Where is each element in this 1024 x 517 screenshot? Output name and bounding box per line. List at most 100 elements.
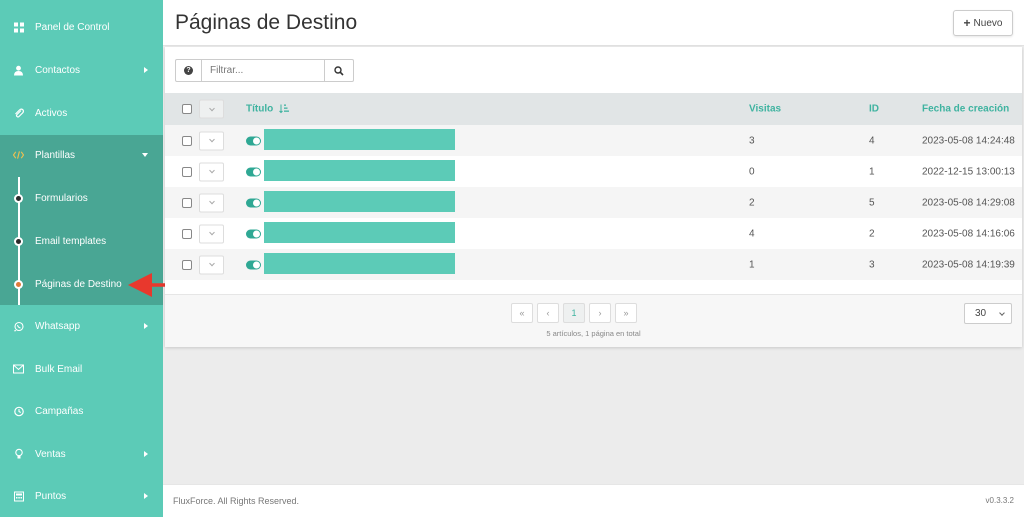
- row-checkbox[interactable]: [182, 197, 192, 208]
- sort-icon: [279, 104, 289, 114]
- sidebar-item-panel-de-control[interactable]: Panel de Control: [0, 6, 163, 48]
- dashboard-icon: [13, 22, 24, 33]
- row-actions-dropdown[interactable]: [199, 193, 224, 212]
- table-row: 0 1 2022-12-15 13:00:13: [165, 156, 1022, 187]
- row-checkbox[interactable]: [182, 228, 192, 239]
- id-cell: 5: [869, 197, 875, 208]
- redacted-title[interactable]: [264, 160, 455, 181]
- id-cell: 4: [869, 135, 875, 146]
- column-header-created[interactable]: Fecha de creación: [922, 104, 1009, 115]
- column-header-title[interactable]: Título: [246, 104, 289, 115]
- sidebar-subitem-formularios[interactable]: Formularios: [0, 177, 163, 219]
- landing-pages-panel: ? Título Visitas ID Fecha de creación 3 …: [165, 47, 1022, 347]
- row-actions-dropdown[interactable]: [199, 131, 224, 150]
- sidebar-item-label: Contactos: [35, 64, 81, 76]
- paperclip-icon: [13, 108, 24, 119]
- sidebar-item-whatsapp[interactable]: Whatsapp: [0, 305, 163, 347]
- per-page-value: 30: [975, 308, 987, 319]
- created-cell: 2023-05-08 14:16:06: [922, 228, 1015, 239]
- help-button[interactable]: ?: [175, 59, 202, 82]
- bulk-actions-dropdown[interactable]: [199, 99, 224, 119]
- created-cell: 2023-05-08 14:19:39: [922, 259, 1015, 270]
- row-checkbox[interactable]: [182, 259, 192, 270]
- column-header-id[interactable]: ID: [869, 104, 879, 115]
- visits-cell: 0: [749, 166, 755, 177]
- search-icon: [334, 65, 344, 76]
- calculator-icon: [13, 491, 24, 502]
- prev-page-button[interactable]: ‹: [537, 303, 559, 323]
- sidebar-item-plantillas[interactable]: Plantillas: [0, 134, 163, 176]
- id-cell: 3: [869, 259, 875, 270]
- sidebar-item-label: Activos: [35, 107, 68, 119]
- id-cell: 1: [869, 166, 875, 177]
- new-button[interactable]: + Nuevo: [953, 10, 1013, 36]
- page-header: Páginas de Destino + Nuevo: [163, 0, 1024, 46]
- clock-icon: [13, 406, 24, 417]
- sidebar-item-label: Páginas de Destino: [35, 278, 122, 290]
- page-title: Páginas de Destino: [175, 11, 358, 34]
- redacted-title[interactable]: [264, 129, 455, 150]
- chevron-right-icon: [144, 493, 148, 499]
- sidebar-item-puntos[interactable]: Puntos: [0, 475, 163, 517]
- sidebar-item-label: Ventas: [35, 448, 66, 460]
- first-page-button[interactable]: «: [511, 303, 533, 323]
- column-header-visits[interactable]: Visitas: [749, 104, 781, 115]
- row-actions-dropdown[interactable]: [199, 162, 224, 181]
- row-checkbox[interactable]: [182, 135, 192, 146]
- table-header: Título Visitas ID Fecha de creación: [165, 93, 1022, 125]
- sidebar-item-label: Bulk Email: [35, 363, 83, 375]
- next-page-button[interactable]: ›: [589, 303, 611, 323]
- sidebar-item-activos[interactable]: Activos: [0, 92, 163, 134]
- sidebar-item-bulk-email[interactable]: Bulk Email: [0, 348, 163, 390]
- pagination-area: « ‹ 1 › » 5 artículos, 1 página en total…: [165, 294, 1022, 347]
- envelope-icon: [13, 364, 24, 375]
- question-icon: ?: [184, 66, 193, 75]
- chevron-down-icon: [142, 153, 148, 157]
- published-toggle[interactable]: [246, 136, 261, 145]
- redacted-title[interactable]: [264, 253, 455, 274]
- search-button[interactable]: [325, 59, 354, 82]
- row-actions-dropdown[interactable]: [199, 255, 224, 274]
- filter-input[interactable]: [202, 59, 325, 82]
- per-page-select[interactable]: 30: [964, 303, 1012, 324]
- redacted-title[interactable]: [264, 191, 455, 212]
- table-row: 2 5 2023-05-08 14:29:08: [165, 187, 1022, 218]
- published-toggle[interactable]: [246, 198, 261, 207]
- chevron-right-icon: [144, 67, 148, 73]
- row-actions-dropdown[interactable]: [199, 224, 224, 243]
- sidebar-item-label: Whatsapp: [35, 320, 81, 332]
- submenu-dot-active-icon: [14, 280, 23, 289]
- table-row: 3 4 2023-05-08 14:24:48: [165, 125, 1022, 156]
- new-button-label: Nuevo: [973, 17, 1003, 29]
- sidebar-item-contactos[interactable]: Contactos: [0, 49, 163, 91]
- sidebar-item-campanas[interactable]: Campañas: [0, 390, 163, 432]
- visits-cell: 2: [749, 197, 755, 208]
- page-footer: FluxForce. All Rights Reserved. v0.3.3.2: [163, 484, 1024, 517]
- visits-cell: 1: [749, 259, 755, 270]
- visits-cell: 3: [749, 135, 755, 146]
- sidebar-item-label: Plantillas: [35, 149, 76, 161]
- id-cell: 2: [869, 228, 875, 239]
- published-toggle[interactable]: [246, 229, 261, 238]
- last-page-button[interactable]: »: [615, 303, 637, 323]
- visits-cell: 4: [749, 228, 755, 239]
- sidebar-item-ventas[interactable]: Ventas: [0, 433, 163, 475]
- sidebar-subitem-email-templates[interactable]: Email templates: [0, 220, 163, 262]
- code-icon: [13, 150, 24, 161]
- created-cell: 2023-05-08 14:24:48: [922, 135, 1015, 146]
- lightbulb-icon: [13, 448, 24, 460]
- copyright-text: FluxForce. All Rights Reserved.: [173, 496, 300, 506]
- redacted-title[interactable]: [264, 222, 455, 243]
- column-title-label: Título: [246, 103, 274, 115]
- sidebar-item-label: Formularios: [35, 192, 88, 204]
- published-toggle[interactable]: [246, 167, 261, 176]
- created-cell: 2023-05-08 14:29:08: [922, 197, 1015, 208]
- select-all-checkbox[interactable]: [182, 104, 192, 114]
- sidebar-item-label: Panel de Control: [35, 21, 110, 33]
- row-checkbox[interactable]: [182, 166, 192, 177]
- chevron-down-icon: [999, 310, 1005, 316]
- page-button[interactable]: 1: [563, 303, 585, 323]
- plus-icon: +: [963, 16, 971, 30]
- published-toggle[interactable]: [246, 260, 261, 269]
- pagination-info: 5 artículos, 1 página en total: [546, 329, 641, 338]
